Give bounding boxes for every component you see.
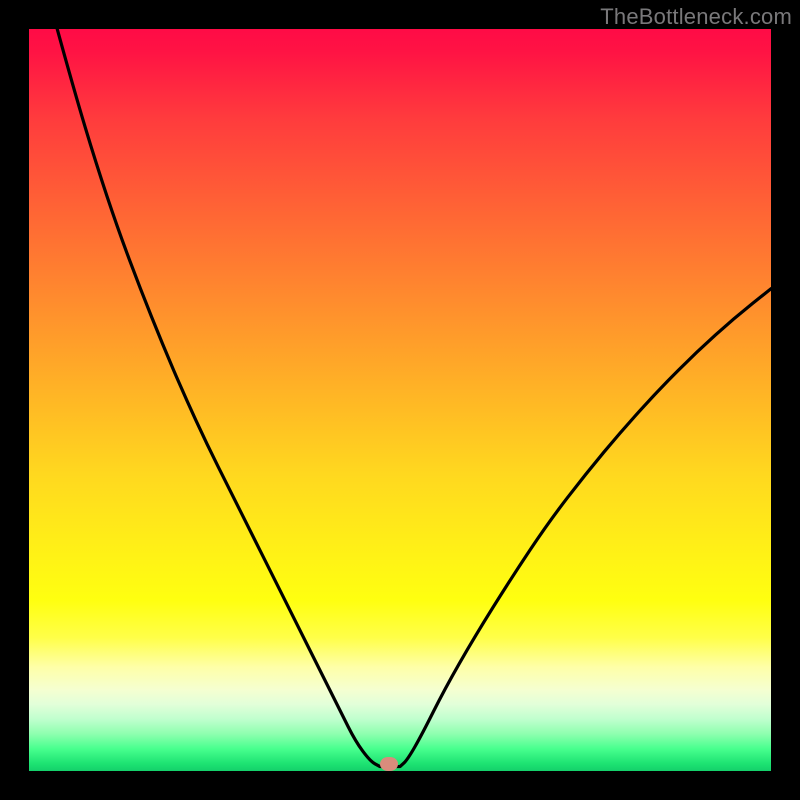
bottleneck-curve [29, 29, 771, 771]
watermark-text: TheBottleneck.com [600, 4, 792, 30]
optimal-marker [380, 757, 398, 771]
curve-path [57, 29, 771, 767]
plot-area [29, 29, 771, 771]
chart-stage: TheBottleneck.com [0, 0, 800, 800]
